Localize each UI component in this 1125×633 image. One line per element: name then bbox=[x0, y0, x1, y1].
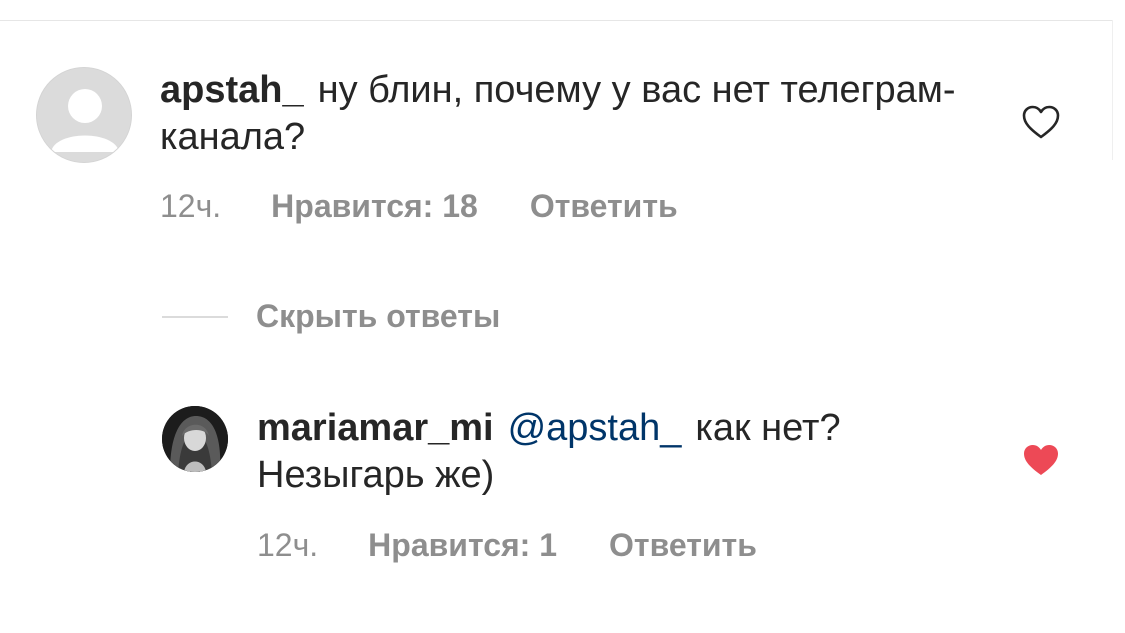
heart-outline-icon bbox=[1022, 105, 1060, 139]
reply-timestamp: 12ч. bbox=[257, 527, 319, 563]
comment-body: apstah_ ну блин, почему у вас нет телегра… bbox=[160, 67, 980, 161]
like-button[interactable] bbox=[1021, 442, 1061, 478]
likes-count-link[interactable]: Нравится: 18 bbox=[271, 188, 478, 225]
likes-count-link[interactable]: Нравится: 1 bbox=[368, 527, 557, 564]
comment-username[interactable]: apstah_ bbox=[160, 69, 304, 111]
reply-meta: 12ч. Нравится: 1 Ответить bbox=[257, 527, 809, 564]
replies-line bbox=[162, 315, 228, 318]
right-edge-divider bbox=[1112, 20, 1113, 160]
default-user-avatar-icon bbox=[37, 68, 131, 162]
avatar[interactable] bbox=[36, 67, 132, 163]
profile-photo-icon bbox=[162, 406, 228, 472]
top-divider bbox=[0, 20, 1112, 21]
heart-filled-icon bbox=[1024, 445, 1058, 475]
reply-button[interactable]: Ответить bbox=[530, 188, 678, 225]
hide-replies-button[interactable]: Скрыть ответы bbox=[162, 298, 500, 335]
reply-button[interactable]: Ответить bbox=[609, 527, 757, 564]
reply-body: mariamar_mi @apstah_ как нет? Незыгарь же) bbox=[257, 405, 997, 499]
hide-replies-label: Скрыть ответы bbox=[256, 298, 501, 334]
avatar[interactable] bbox=[162, 406, 228, 472]
comment-timestamp: 12ч. bbox=[160, 188, 222, 224]
comment-meta: 12ч. Нравится: 18 Ответить bbox=[160, 188, 730, 225]
like-button[interactable] bbox=[1021, 104, 1061, 140]
mention-link[interactable]: @apstah_ bbox=[508, 407, 682, 449]
reply-username[interactable]: mariamar_mi bbox=[257, 407, 494, 449]
comments-screen: apstah_ ну блин, почему у вас нет телегра… bbox=[0, 0, 1125, 633]
